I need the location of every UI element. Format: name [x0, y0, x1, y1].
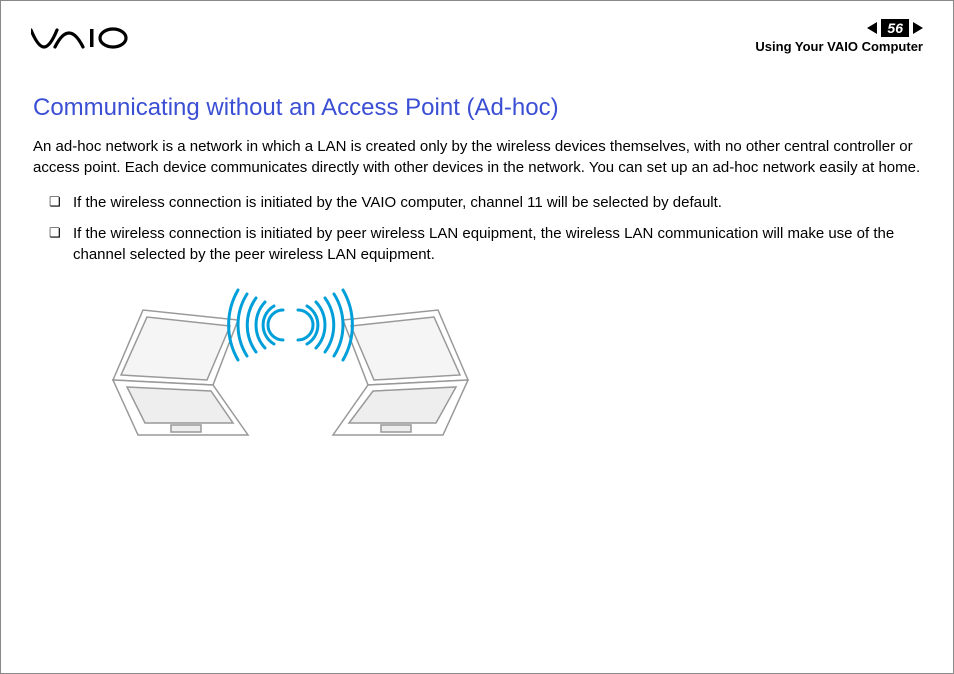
breadcrumb: Using Your VAIO Computer: [755, 39, 923, 54]
prev-page-arrow-icon[interactable]: [867, 22, 877, 34]
page-header: 56 Using Your VAIO Computer: [31, 19, 923, 54]
list-item: If the wireless connection is initiated …: [49, 223, 921, 265]
next-page-arrow-icon[interactable]: [913, 22, 923, 34]
document-page: 56 Using Your VAIO Computer Communicatin…: [0, 0, 954, 674]
adhoc-illustration: [83, 285, 921, 460]
list-item: If the wireless connection is initiated …: [49, 192, 921, 213]
wireless-waves-right-icon: [298, 290, 352, 360]
vaio-logo: [31, 27, 131, 54]
wireless-waves-left-icon: [229, 290, 283, 360]
bullet-list: If the wireless connection is initiated …: [33, 192, 921, 265]
page-number: 56: [881, 19, 909, 37]
section-title: Communicating without an Access Point (A…: [33, 94, 921, 122]
header-right: 56 Using Your VAIO Computer: [755, 19, 923, 54]
page-navigation: 56: [755, 19, 923, 37]
page-content: Communicating without an Access Point (A…: [31, 94, 923, 460]
intro-paragraph: An ad-hoc network is a network in which …: [33, 136, 921, 178]
